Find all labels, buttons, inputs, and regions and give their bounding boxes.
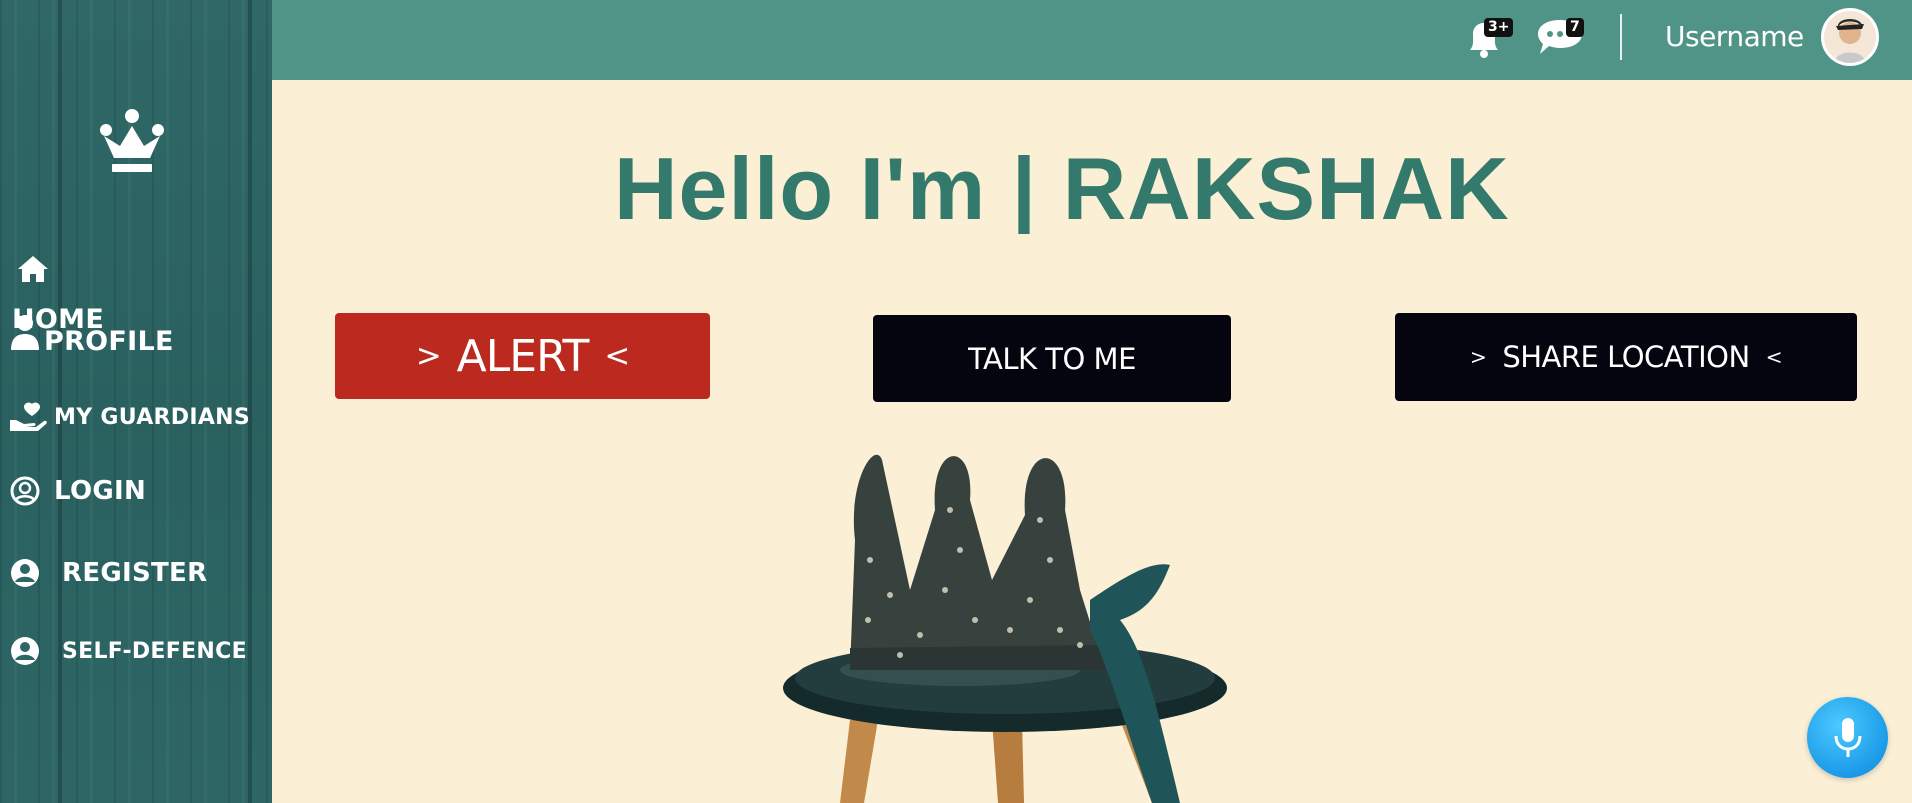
chevron-right-icon: > [415,338,442,374]
crown-on-stool-illustration [783,454,1227,803]
sidebar-item-register[interactable]: REGISTER [10,558,207,588]
sidebar-item-label: PROFILE [44,326,174,357]
notifications-button[interactable]: 3+ [1462,14,1514,65]
home-icon [18,256,48,282]
user-circle-filled-icon [11,559,39,587]
crown-icon[interactable] [100,108,164,174]
notifications-badge: 3+ [1484,18,1514,37]
hero-title: Hello I'm | RAKSHAK [614,139,1510,234]
divider [1620,14,1622,60]
sidebar-item-login[interactable]: LOGIN [10,476,146,506]
messages-button[interactable]: 7 [1534,14,1590,65]
user-icon [11,315,39,350]
talk-to-me-label: TALK TO ME [968,341,1136,376]
sidebar-item-label: MY GUARDIANS [54,404,251,430]
user-circle-filled-icon [11,637,39,665]
talk-to-me-button[interactable]: TALK TO ME [873,315,1231,402]
avatar[interactable] [1821,8,1879,66]
user-circle-icon [10,476,40,506]
share-location-button[interactable]: > SHARE LOCATION < [1395,313,1857,401]
alert-button-label: ALERT [456,330,590,382]
microphone-icon [1834,717,1861,757]
top-bar: 3+ 7 Username [272,0,1912,80]
voice-input-button[interactable] [1807,697,1888,778]
sidebar-item-label: LOGIN [54,476,147,506]
chevron-left-icon: < [1765,345,1783,369]
sidebar-item-my-guardians[interactable]: MY GUARDIANS [10,402,250,432]
alert-button[interactable]: > ALERT < [335,313,710,399]
share-location-label: SHARE LOCATION [1502,340,1750,374]
hand-heart-icon [10,402,47,431]
sidebar-item-label: SELF-DEFENCE [62,638,247,664]
username-label[interactable]: Username [1665,20,1804,53]
sidebar-item-self-defence[interactable]: SELF-DEFENCE [10,636,247,666]
avatar-icon [1834,19,1866,63]
sidebar: HOME PROFILE MY GUARDIANS LOGIN REGISTER [0,0,272,803]
messages-badge: 7 [1566,18,1584,37]
chevron-right-icon: > [1469,345,1487,369]
chevron-left-icon: < [604,338,630,374]
sidebar-item-label: REGISTER [62,558,208,588]
